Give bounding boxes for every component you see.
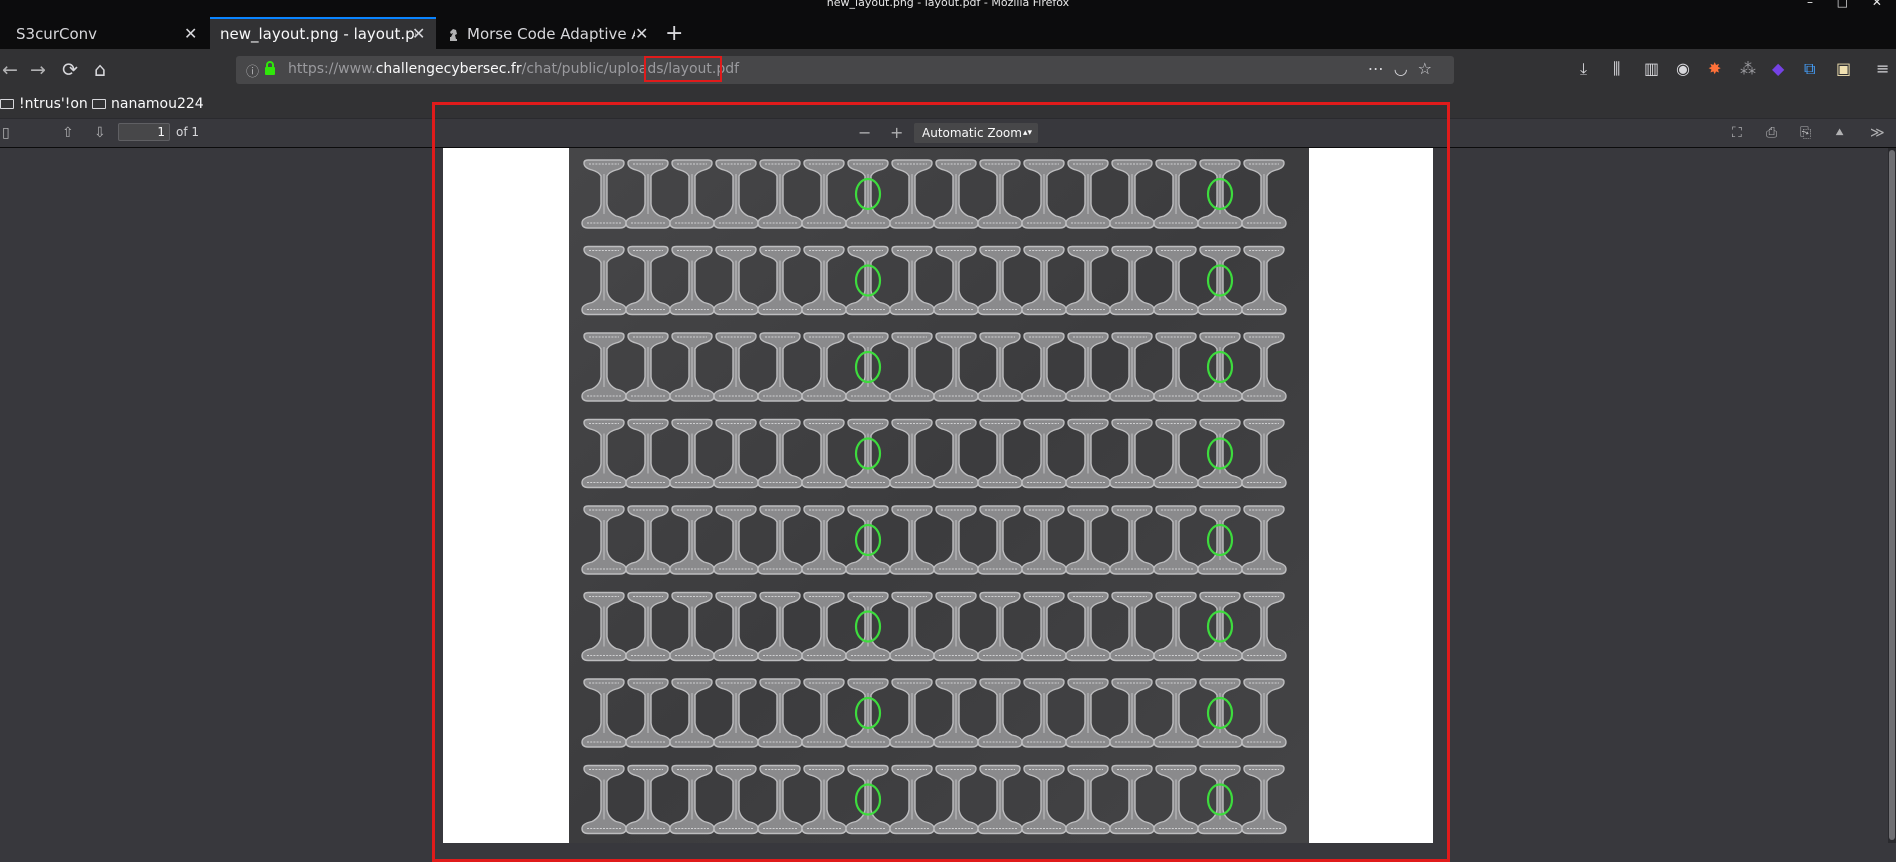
tools-icon[interactable]: ≫ xyxy=(1870,125,1885,141)
chess-knight-icon xyxy=(450,29,457,41)
window-controls[interactable]: – □ ✕ xyxy=(1807,0,1892,9)
extension-puzzle-icon[interactable]: ⁂ xyxy=(1740,59,1756,78)
window-title: new_layout.png - layout.pdf - Mozilla Fi… xyxy=(826,0,1070,9)
page-actions[interactable]: ⋯◡☆ xyxy=(1368,59,1442,78)
url-domain: challengecybersec.fr xyxy=(375,61,522,77)
close-icon[interactable]: ✕ xyxy=(184,24,197,43)
folder-icon xyxy=(92,99,106,109)
window-titlebar: new_layout.png - layout.pdf - Mozilla Fi… xyxy=(0,0,1896,9)
scrollbar-thumb[interactable] xyxy=(1889,150,1895,840)
download-icon[interactable]: ⤓ xyxy=(1580,59,1587,79)
info-icon[interactable]: ⓘ xyxy=(246,61,259,80)
close-icon[interactable]: ✕ xyxy=(412,24,425,43)
tab-layout-pdf[interactable]: new_layout.png - layout.pdf ✕ xyxy=(210,17,436,51)
sidebar-toggle-icon[interactable]: ▯ xyxy=(2,125,10,141)
tab-label: Morse Code Adaptive Au xyxy=(467,25,635,43)
vertical-scrollbar[interactable] xyxy=(1888,148,1896,843)
tab-label: new_layout.png - layout.pdf xyxy=(220,25,416,43)
folder-icon xyxy=(0,99,14,109)
menu-icon[interactable]: ≡ xyxy=(1876,59,1889,78)
bookmark-label: !ntrus'!on xyxy=(19,96,88,112)
bookmark-star-icon[interactable]: ☆ xyxy=(1418,59,1442,78)
more-icon[interactable]: ⋯ xyxy=(1368,59,1394,78)
url-prefix: https://www. xyxy=(288,61,376,77)
tab-morse-code[interactable]: Morse Code Adaptive Au ✕ xyxy=(437,19,655,49)
translate-icon[interactable]: ⧉ xyxy=(1804,59,1815,79)
back-button[interactable]: ← xyxy=(2,59,18,81)
next-page-icon[interactable]: ⇩ xyxy=(94,125,106,141)
account-icon[interactable]: ◉ xyxy=(1676,59,1690,78)
page-count: of 1 xyxy=(176,125,200,139)
bookmark-label: nanamou224 xyxy=(111,96,204,112)
print-icon[interactable]: ⎙ xyxy=(1766,125,1777,141)
previous-page-icon[interactable]: ⇧ xyxy=(62,125,74,141)
bookmark-intrusion[interactable]: !ntrus'!on xyxy=(0,96,88,112)
pocket-icon[interactable]: ◡ xyxy=(1394,59,1418,78)
url-path: /chat/public/uploads xyxy=(521,61,664,77)
library-icon[interactable]: ⫼ xyxy=(1613,59,1620,79)
bookmark-view-icon[interactable]: ⯅ xyxy=(1834,125,1845,141)
lock-icon[interactable] xyxy=(264,61,276,75)
tab-label: S3curConv xyxy=(16,25,98,43)
presentation-mode-icon[interactable]: ⛶ xyxy=(1732,125,1742,141)
extension-fox-icon[interactable]: ✸ xyxy=(1708,59,1721,78)
pdf-highlight-box xyxy=(432,102,1450,862)
url-bar[interactable]: ⓘ https://www.challengecybersec.fr/chat/… xyxy=(236,56,1454,84)
sidebar-icon[interactable]: ▥ xyxy=(1644,59,1659,78)
url-highlight-box xyxy=(644,56,722,82)
forward-button[interactable]: → xyxy=(30,59,46,81)
close-icon[interactable]: ✕ xyxy=(635,24,648,43)
tab-s3curconv[interactable]: S3curConv ✕ xyxy=(0,19,206,49)
save-icon[interactable]: ⎘ xyxy=(1800,125,1811,141)
tab-strip: S3curConv ✕ new_layout.png - layout.pdf … xyxy=(0,9,1896,51)
reload-button[interactable]: ⟳ xyxy=(62,59,78,81)
page-number-input[interactable]: 1 xyxy=(118,123,170,141)
extension-cube-icon[interactable]: ◆ xyxy=(1772,59,1784,78)
home-button[interactable]: ⌂ xyxy=(94,59,106,81)
bookmark-nanamou224[interactable]: nanamou224 xyxy=(92,96,204,112)
navigation-bar: ← → ⟳ ⌂ ⓘ https://www.challengecybersec.… xyxy=(0,49,1896,92)
extension-image-icon[interactable]: ▣ xyxy=(1836,59,1851,78)
new-tab-button[interactable]: + xyxy=(665,21,683,46)
